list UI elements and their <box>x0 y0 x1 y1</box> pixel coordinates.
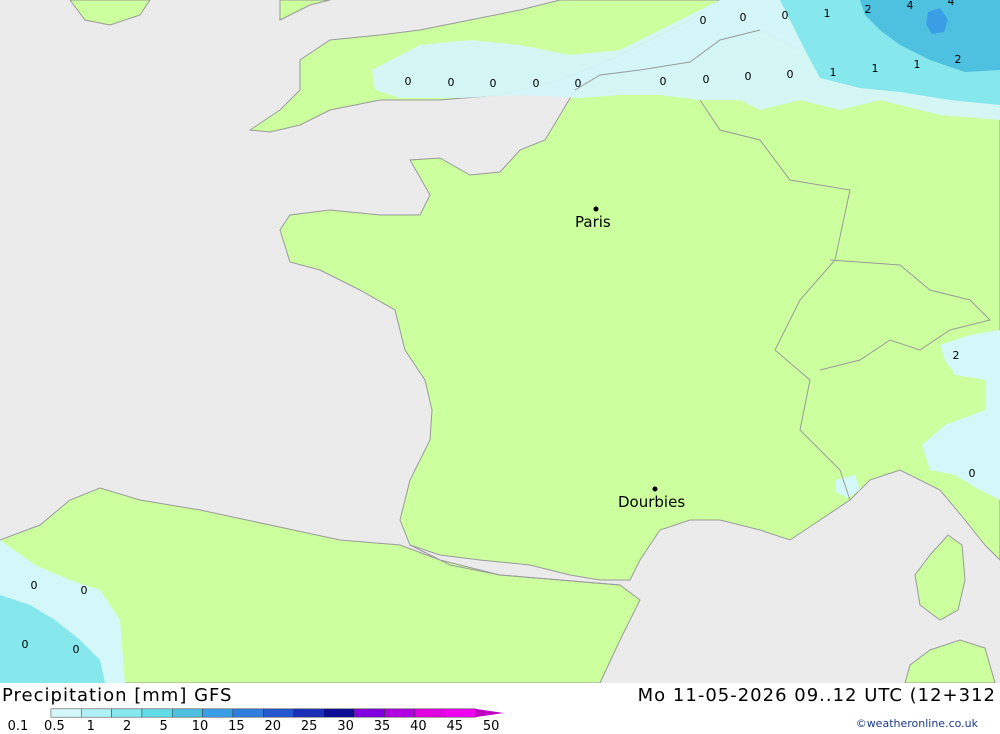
legend-label: 15 <box>228 719 245 734</box>
legend-swatch <box>232 708 264 718</box>
precip-value: 0 <box>703 73 710 86</box>
precip-value: 1 <box>872 62 879 75</box>
precip-value: 4 <box>948 0 955 8</box>
legend-swatch <box>354 708 385 718</box>
precip-value: 1 <box>914 58 921 71</box>
legend-label: 0.1 <box>7 719 29 734</box>
legend-label: 20 <box>264 719 282 734</box>
precip-value: 0 <box>700 14 707 27</box>
legend-swatch <box>323 708 355 718</box>
legend-label: 30 <box>337 719 354 734</box>
precip-value: 0 <box>660 75 667 88</box>
legend-swatch <box>172 708 203 718</box>
precip-value: 0 <box>782 9 789 22</box>
legend-label: 2 <box>123 719 132 734</box>
legend-swatch <box>81 708 112 718</box>
legend-swatch <box>445 708 476 718</box>
legend-swatch <box>111 708 143 718</box>
legend-label: 50 <box>482 719 500 734</box>
precip-legend-bar <box>50 708 504 718</box>
legend-label: 10 <box>191 719 209 734</box>
legend-swatch <box>414 708 446 718</box>
precip-value: 0 <box>745 70 752 83</box>
precipitation-map: Paris Dourbies 0 0 0 0 0 0 0 0 0 0 0 0 1… <box>0 0 1000 683</box>
legend-swatch <box>263 708 294 718</box>
legend-label: 5 <box>159 719 168 734</box>
precip-value: 0 <box>575 77 582 90</box>
forecast-datetime: Mo 11-05-2026 09..12 UTC (12+312 <box>637 685 996 706</box>
precip-value: 0 <box>31 579 38 592</box>
precip-value: 1 <box>824 7 831 20</box>
city-marker <box>593 206 599 212</box>
legend-swatch <box>50 708 82 718</box>
city-label: Dourbies <box>618 493 685 511</box>
city-label: Paris <box>575 213 611 231</box>
precip-value: 0 <box>405 75 412 88</box>
legend-swatch <box>384 708 416 718</box>
precip-value: 0 <box>73 643 80 656</box>
legend-swatch <box>202 708 234 718</box>
precip-value: 2 <box>865 3 872 16</box>
precip-value: 0 <box>787 68 794 81</box>
legend-label: 1 <box>86 719 95 734</box>
legend-label: 40 <box>410 719 427 734</box>
precip-value: 0 <box>81 584 88 597</box>
precip-value: 1 <box>830 66 837 79</box>
precip-value: 4 <box>907 0 914 12</box>
legend-label: 45 <box>446 719 464 734</box>
precip-value: 0 <box>740 11 747 24</box>
legend-label: 25 <box>300 719 318 734</box>
precip-value: 0 <box>533 77 540 90</box>
precip-value: 0 <box>969 467 976 480</box>
legend-label: 0.5 <box>44 719 65 734</box>
precip-value: 2 <box>955 53 962 66</box>
precip-value: 0 <box>448 76 455 89</box>
city-marker <box>652 486 658 492</box>
map-footer: Precipitation [mm] GFS Mo 11-05-2026 09.… <box>0 683 1000 734</box>
precip-value: 2 <box>953 349 960 362</box>
legend-swatch <box>141 708 173 718</box>
map-title: Precipitation [mm] GFS <box>2 685 233 706</box>
legend-swatch <box>293 708 325 718</box>
credit-link[interactable]: ©weatheronline.co.uk <box>856 717 978 730</box>
legend-overflow-arrow <box>475 708 504 718</box>
precip-value: 0 <box>22 638 29 651</box>
legend-label: 35 <box>373 719 391 734</box>
precip-value: 0 <box>490 77 497 90</box>
